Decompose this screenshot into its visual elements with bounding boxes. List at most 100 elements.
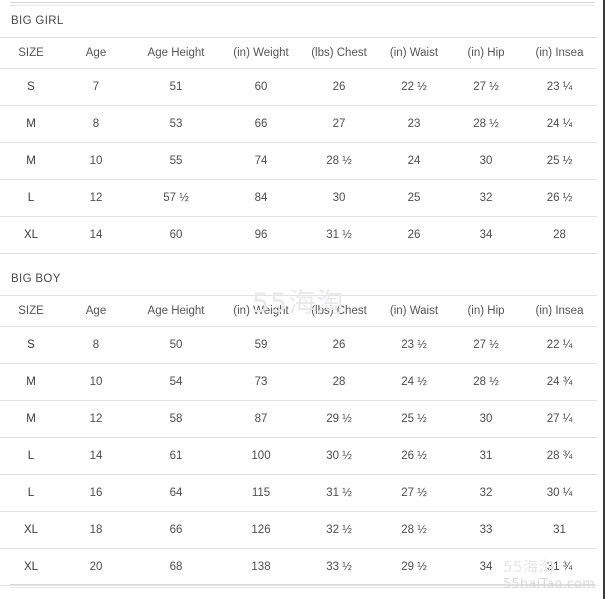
cell-hip: 30 [450, 400, 522, 438]
cell-inseam: 24 ¼ [522, 105, 597, 143]
cell-waist: 25 ½ [378, 400, 450, 438]
cell-size: M [0, 363, 62, 401]
cell-height: 58 [130, 400, 222, 438]
cell-chest: 32 ½ [300, 511, 378, 549]
column-header-waist: (in) Waist [378, 37, 450, 69]
cell-waist: 24 ½ [378, 363, 450, 401]
column-header-age: Age [62, 37, 130, 69]
cell-height: 60 [130, 216, 222, 254]
table-row: L 12 57 ½ 84 30 25 32 26 ½ [0, 179, 597, 217]
top-divider-lower [10, 5, 595, 6]
column-header-size: SIZE [0, 295, 62, 327]
cell-waist: 25 [378, 179, 450, 217]
cell-waist: 26 ½ [378, 437, 450, 475]
table-row: M 10 55 74 28 ½ 24 30 25 ½ [0, 142, 597, 180]
table-row: S 8 50 59 26 23 ½ 27 ½ 22 ¼ [0, 326, 597, 364]
cell-hip: 28 ½ [450, 105, 522, 143]
cell-size: M [0, 400, 62, 438]
table-row: L 16 64 115 31 ½ 27 ½ 32 30 ¼ [0, 474, 597, 512]
cell-waist: 23 [378, 105, 450, 143]
cell-weight: 84 [222, 179, 300, 217]
cell-inseam: 31 ¾ [522, 548, 597, 586]
section-big-boy: BIG BOY SIZE Age Age Height (in) Weight … [0, 272, 597, 586]
cell-weight: 60 [222, 68, 300, 106]
cell-size: L [0, 474, 62, 512]
bottom-divider-lower [10, 587, 595, 588]
cell-height: 51 [130, 68, 222, 106]
cell-size: S [0, 68, 62, 106]
cell-size: M [0, 105, 62, 143]
cell-size: L [0, 179, 62, 217]
cell-age: 7 [62, 68, 130, 106]
cell-inseam: 31 [522, 511, 597, 549]
cell-size: L [0, 437, 62, 475]
cell-inseam: 25 ½ [522, 142, 597, 180]
cell-weight: 73 [222, 363, 300, 401]
cell-height: 55 [130, 142, 222, 180]
column-header-weight: (in) Weight [222, 295, 300, 327]
cell-inseam: 24 ¾ [522, 363, 597, 401]
cell-weight: 100 [222, 437, 300, 475]
cell-chest: 30 ½ [300, 437, 378, 475]
size-table-big-girl: SIZE Age Age Height (in) Weight (lbs) Ch… [0, 37, 597, 254]
column-header-chest: (lbs) Chest [300, 295, 378, 327]
cell-inseam: 26 ½ [522, 179, 597, 217]
cell-hip: 27 ½ [450, 326, 522, 364]
section-title-big-girl: BIG GIRL [11, 15, 64, 27]
table-row: M 10 54 73 28 24 ½ 28 ½ 24 ¾ [0, 363, 597, 401]
cell-hip: 34 [450, 216, 522, 254]
cell-height: 57 ½ [130, 179, 222, 217]
cell-inseam: 22 ¼ [522, 326, 597, 364]
cell-size: XL [0, 216, 62, 254]
cell-inseam: 23 ¼ [522, 68, 597, 106]
cell-hip: 27 ½ [450, 68, 522, 106]
cell-chest: 33 ½ [300, 548, 378, 586]
cell-weight: 126 [222, 511, 300, 549]
column-header-inseam: (in) Insea [522, 295, 597, 327]
cell-chest: 31 ½ [300, 216, 378, 254]
cell-size: XL [0, 511, 62, 549]
column-header-waist: (in) Waist [378, 295, 450, 327]
column-header-height: Age Height [130, 37, 222, 69]
cell-weight: 115 [222, 474, 300, 512]
section-big-girl: BIG GIRL SIZE Age Age Height (in) Weight… [0, 14, 597, 254]
cell-inseam: 28 [522, 216, 597, 254]
cell-inseam: 28 ¾ [522, 437, 597, 475]
cell-age: 8 [62, 326, 130, 364]
cell-chest: 26 [300, 326, 378, 364]
column-header-weight: (in) Weight [222, 37, 300, 69]
column-header-hip: (in) Hip [450, 295, 522, 327]
cell-inseam: 27 ¼ [522, 400, 597, 438]
cell-waist: 22 ½ [378, 68, 450, 106]
cell-hip: 30 [450, 142, 522, 180]
section-title-big-boy: BIG BOY [11, 273, 61, 285]
cell-waist: 29 ½ [378, 548, 450, 586]
cell-chest: 27 [300, 105, 378, 143]
cell-age: 10 [62, 363, 130, 401]
size-chart-page: BIG GIRL SIZE Age Age Height (in) Weight… [0, 0, 605, 599]
size-table-big-boy: SIZE Age Age Height (in) Weight (lbs) Ch… [0, 295, 597, 586]
column-header-hip: (in) Hip [450, 37, 522, 69]
cell-age: 12 [62, 400, 130, 438]
table-row: M 12 58 87 29 ½ 25 ½ 30 27 ¼ [0, 400, 597, 438]
cell-inseam: 30 ¼ [522, 474, 597, 512]
cell-chest: 31 ½ [300, 474, 378, 512]
cell-age: 14 [62, 216, 130, 254]
cell-age: 12 [62, 179, 130, 217]
cell-chest: 28 [300, 363, 378, 401]
cell-chest: 29 ½ [300, 400, 378, 438]
column-header-age: Age [62, 295, 130, 327]
cell-hip: 32 [450, 474, 522, 512]
table-row: XL 18 66 126 32 ½ 28 ½ 33 31 [0, 511, 597, 549]
table-row: L 14 61 100 30 ½ 26 ½ 31 28 ¾ [0, 437, 597, 475]
table-row: XL 14 60 96 31 ½ 26 34 28 [0, 216, 597, 254]
cell-hip: 31 [450, 437, 522, 475]
table-row: M 8 53 66 27 23 28 ½ 24 ¼ [0, 105, 597, 143]
cell-waist: 27 ½ [378, 474, 450, 512]
cell-height: 66 [130, 511, 222, 549]
cell-weight: 96 [222, 216, 300, 254]
cell-hip: 28 ½ [450, 363, 522, 401]
cell-waist: 28 ½ [378, 511, 450, 549]
cell-hip: 34 [450, 548, 522, 586]
cell-weight: 87 [222, 400, 300, 438]
